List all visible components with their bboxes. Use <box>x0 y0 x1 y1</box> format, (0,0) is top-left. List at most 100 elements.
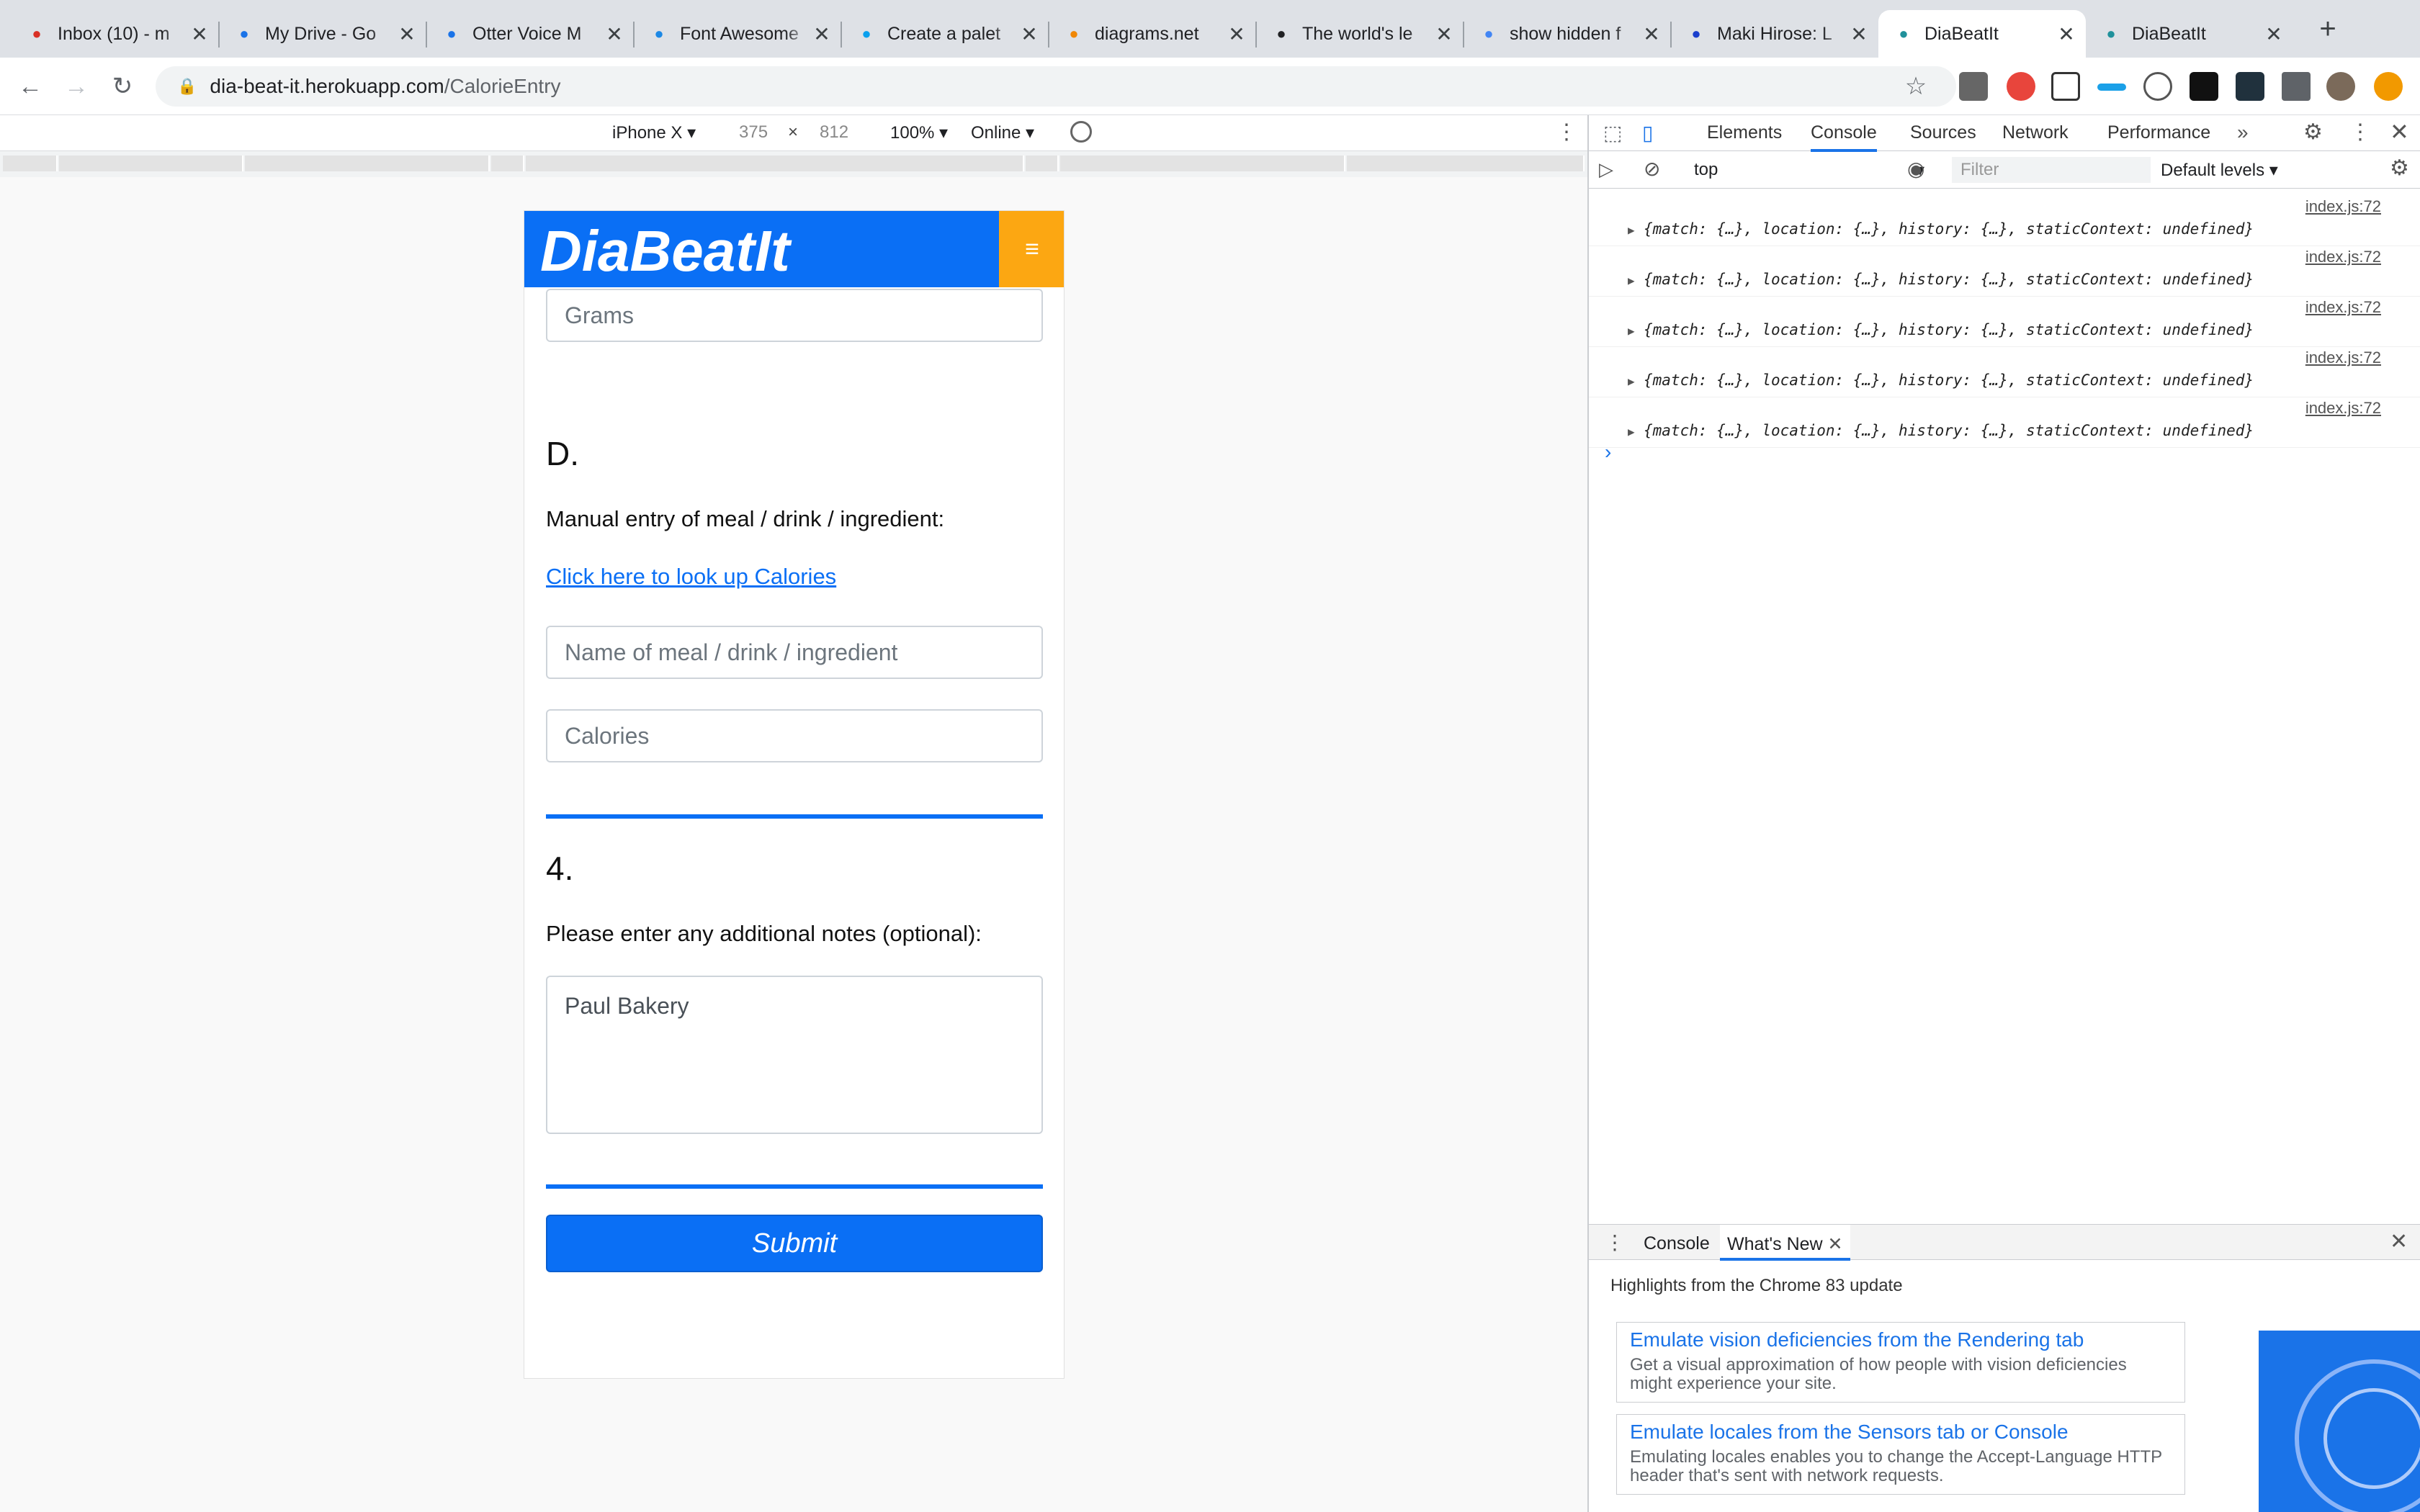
log-message[interactable]: {match: {…}, location: {…}, history: {…}… <box>1644 321 2254 338</box>
sync-icon[interactable] <box>2097 84 2126 91</box>
update-icon[interactable] <box>2374 72 2403 101</box>
new-tab-button[interactable]: + <box>2313 14 2342 43</box>
extension-icon[interactable] <box>1959 72 1988 101</box>
brand-logo[interactable]: DiaBeatIt <box>540 218 790 284</box>
inspect-icon[interactable]: ⬚ <box>1603 121 1622 145</box>
whats-new-card[interactable]: Emulate vision deficiencies from the Ren… <box>1616 1322 2185 1403</box>
notion-icon[interactable] <box>2190 72 2218 101</box>
browser-tab[interactable]: ● diagrams.net ✕ <box>1049 10 1256 58</box>
log-message[interactable]: {match: {…}, location: {…}, history: {…}… <box>1644 271 2254 288</box>
calories-input[interactable]: Calories <box>546 709 1043 762</box>
expand-triangle-icon[interactable]: ▶ <box>1628 374 1635 388</box>
device-toggle-icon[interactable]: ▯ <box>1642 121 1653 145</box>
forward-icon[interactable]: → <box>60 71 92 102</box>
width-field[interactable]: 375 <box>739 122 768 143</box>
levels-select[interactable]: Default levels ▾ <box>2161 160 2278 181</box>
rotate-icon[interactable] <box>1070 121 1092 143</box>
reload-icon[interactable]: ↻ <box>107 71 138 102</box>
browser-tab[interactable]: ● Inbox (10) - m ✕ <box>12 10 219 58</box>
close-tab-icon[interactable]: ✕ <box>1641 22 1662 46</box>
extension-badge-icon[interactable] <box>2007 72 2035 101</box>
zoom-select[interactable]: 100% ▾ <box>890 122 948 143</box>
console-filter-input[interactable]: Filter <box>1952 157 2151 183</box>
network-select[interactable]: Online ▾ <box>971 122 1034 143</box>
close-tab-icon[interactable]: ✕ <box>2056 22 2077 46</box>
puzzle-icon[interactable] <box>2282 72 2311 101</box>
close-tab-icon[interactable]: ✕ <box>1018 22 1040 46</box>
console-settings-icon[interactable]: ⚙ <box>2390 156 2409 181</box>
log-source-link[interactable]: index.js:72 <box>2305 399 2381 418</box>
close-tab-icon[interactable]: ✕ <box>811 22 833 46</box>
back-icon[interactable]: ← <box>14 71 46 102</box>
close-tab-icon[interactable]: ✕ <box>1828 1234 1843 1254</box>
whats-new-card[interactable]: Emulate locales from the Sensors tab or … <box>1616 1414 2185 1495</box>
media-query-ruler[interactable] <box>0 151 1587 177</box>
close-tab-icon[interactable]: ✕ <box>2263 22 2285 46</box>
accessibility-icon[interactable] <box>2143 72 2172 101</box>
eye-icon[interactable]: ◉ <box>1907 157 1924 181</box>
browser-tab[interactable]: ● Create a palet ✕ <box>841 10 1049 58</box>
expand-triangle-icon[interactable]: ▶ <box>1628 324 1635 338</box>
clear-console-icon[interactable]: ⊘ <box>1644 157 1660 181</box>
log-source-link[interactable]: index.js:72 <box>2305 348 2381 367</box>
meal-name-input[interactable]: Name of meal / drink / ingredient <box>546 626 1043 679</box>
browser-tab[interactable]: ● DiaBeatIt ✕ <box>1878 10 2086 58</box>
browser-tab[interactable]: ● show hidden f ✕ <box>1464 10 1671 58</box>
browser-tab[interactable]: ● My Drive - Go ✕ <box>219 10 426 58</box>
close-tab-icon[interactable]: ✕ <box>1433 22 1455 46</box>
bookmark-star-icon[interactable]: ☆ <box>1900 71 1932 102</box>
lookup-calories-link[interactable]: Click here to look up Calories <box>546 564 836 590</box>
close-drawer-icon[interactable]: ✕ <box>2390 1229 2408 1254</box>
more-tabs-icon[interactable]: » <box>2237 121 2249 144</box>
drawer-menu-icon[interactable]: ⋮ <box>1605 1230 1625 1254</box>
devtools-tab[interactable]: Performance <box>2107 122 2210 143</box>
devtools-tab[interactable]: Sources <box>1910 122 1976 143</box>
card-title[interactable]: Emulate vision deficiencies from the Ren… <box>1630 1328 2173 1351</box>
hamburger-menu-icon[interactable]: ≡ <box>999 211 1064 287</box>
react-devtools-icon[interactable] <box>2236 72 2264 101</box>
device-select[interactable]: iPhone X ▾ <box>612 122 696 143</box>
log-message[interactable]: {match: {…}, location: {…}, history: {…}… <box>1644 372 2254 389</box>
drawer-tab-console[interactable]: Console <box>1644 1233 1710 1254</box>
expand-triangle-icon[interactable]: ▶ <box>1628 425 1635 438</box>
more-options-icon[interactable]: ⋮ <box>1556 120 1577 145</box>
expand-triangle-icon[interactable]: ▶ <box>1628 274 1635 287</box>
browser-tab[interactable]: ● The world's le ✕ <box>1256 10 1464 58</box>
grams-input[interactable]: Grams <box>546 289 1043 342</box>
log-source-link[interactable]: index.js:72 <box>2305 298 2381 317</box>
close-tab-icon[interactable]: ✕ <box>396 22 418 46</box>
log-source-link[interactable]: index.js:72 <box>2305 197 2381 216</box>
close-tab-icon[interactable]: ✕ <box>1848 22 1870 46</box>
log-source-link[interactable]: index.js:72 <box>2305 248 2381 266</box>
log-message[interactable]: {match: {…}, location: {…}, history: {…}… <box>1644 220 2254 238</box>
close-tab-icon[interactable]: ✕ <box>1226 22 1247 46</box>
expand-triangle-icon[interactable]: ▶ <box>1628 223 1635 237</box>
avatar[interactable] <box>2326 72 2355 101</box>
browser-tab[interactable]: ● DiaBeatIt ✕ <box>2086 10 2293 58</box>
devtools-tab[interactable]: Network <box>2002 122 2069 143</box>
browser-tab[interactable]: ● Font Awesome ✕ <box>634 10 841 58</box>
console-prompt[interactable]: › <box>1605 441 1611 464</box>
screenshot-icon[interactable] <box>2051 72 2080 101</box>
log-message[interactable]: {match: {…}, location: {…}, history: {…}… <box>1644 422 2254 439</box>
close-devtools-icon[interactable]: ✕ <box>2390 118 2409 145</box>
settings-icon[interactable]: ⚙ <box>2303 120 2323 145</box>
context-select[interactable]: top ▾ <box>1694 160 1924 180</box>
browser-tab[interactable]: ● Otter Voice M ✕ <box>426 10 634 58</box>
devtools-menu-icon[interactable]: ⋮ <box>2349 120 2371 145</box>
drawer-tab-whats-new[interactable]: What's New ✕ <box>1720 1225 1850 1261</box>
close-tab-icon[interactable]: ✕ <box>189 22 210 46</box>
console-log-row: index.js:72 ▶ {match: {…}, location: {…}, … <box>1589 246 2420 297</box>
tab-title: Create a palet <box>887 23 1001 44</box>
card-title[interactable]: Emulate locales from the Sensors tab or … <box>1630 1421 2173 1444</box>
browser-tab[interactable]: ● Maki Hirose: L ✕ <box>1671 10 1878 58</box>
tab-title: Inbox (10) - m <box>58 23 170 44</box>
close-tab-icon[interactable]: ✕ <box>604 22 625 46</box>
address-bar[interactable]: 🔒 dia-beat-it.herokuapp.com/CalorieEntry <box>156 66 1956 107</box>
devtools-tab[interactable]: Elements <box>1707 122 1782 143</box>
devtools-tab[interactable]: Console <box>1811 122 1877 152</box>
height-field[interactable]: 812 <box>820 122 848 143</box>
submit-button[interactable]: Submit <box>546 1215 1043 1272</box>
sidebar-toggle-icon[interactable]: ▷ <box>1599 158 1613 181</box>
notes-textarea[interactable]: Paul Bakery <box>546 976 1043 1134</box>
